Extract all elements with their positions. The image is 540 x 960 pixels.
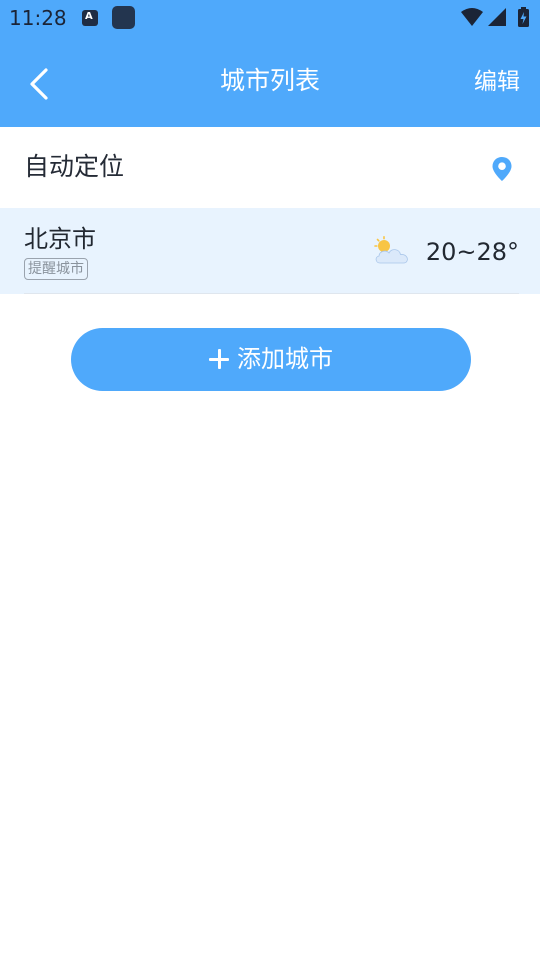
plus-icon (209, 349, 229, 369)
city-name: 北京市 (24, 225, 96, 253)
add-city-button[interactable]: 添加城市 (71, 328, 471, 391)
app-notification-icon: A (82, 10, 98, 26)
battery-icon (518, 7, 529, 27)
app-square-icon (112, 6, 135, 29)
partly-cloudy-icon (374, 236, 408, 264)
add-city-label: 添加城市 (237, 345, 333, 373)
page-title: 城市列表 (219, 66, 320, 95)
location-pin-icon[interactable] (491, 156, 513, 182)
row-divider (24, 293, 519, 294)
temperature-range: 20~28° (425, 238, 519, 266)
auto-location-label: 自动定位 (24, 152, 125, 181)
wifi-icon (461, 8, 483, 26)
navigation-bar: 城市列表 编辑 (0, 36, 540, 127)
status-time: 11:28 (9, 6, 67, 30)
status-bar: 11:28 A (0, 0, 540, 36)
signal-icon (488, 8, 506, 26)
auto-location-row[interactable]: 自动定位 (0, 127, 540, 208)
top-header: 11:28 A 城市列表 编辑 (0, 0, 540, 127)
edit-button[interactable]: 编辑 (474, 66, 520, 98)
status-icons (461, 7, 529, 27)
app-notification-glyph: A (85, 11, 93, 22)
city-list-item[interactable]: 北京市 提醒城市 20~28° (0, 208, 540, 294)
chevron-left-icon[interactable] (20, 64, 60, 104)
reminder-city-badge: 提醒城市 (24, 258, 88, 280)
